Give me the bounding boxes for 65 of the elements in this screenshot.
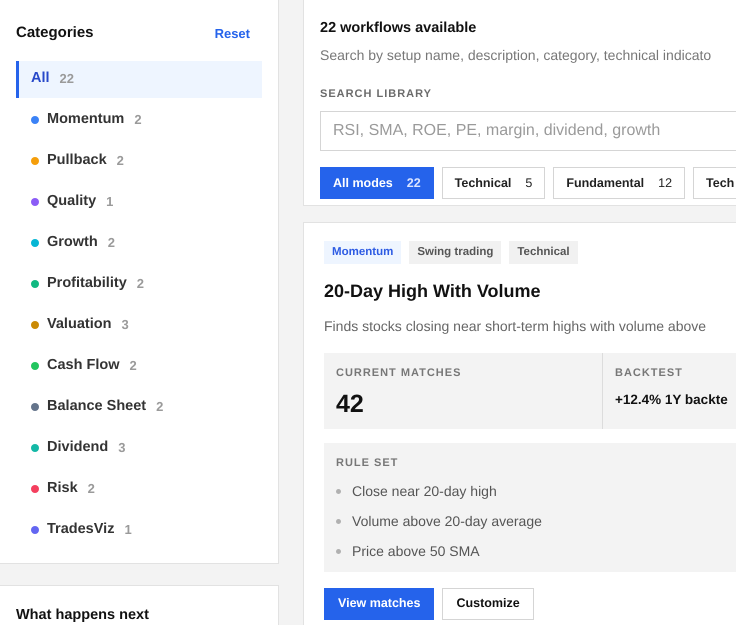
rule-text: Price above 50 SMA bbox=[352, 542, 480, 561]
category-label: Dividend bbox=[47, 438, 108, 458]
category-item[interactable]: Momentum 2 bbox=[16, 102, 262, 138]
tag: Momentum bbox=[324, 241, 402, 264]
category-count: 2 bbox=[156, 398, 164, 416]
category-item[interactable]: Balance Sheet 2 bbox=[16, 388, 262, 426]
search-label: SEARCH LIBRARY bbox=[320, 86, 433, 102]
category-label: Profitability bbox=[47, 274, 127, 294]
stat-label: BACKTEST bbox=[615, 366, 684, 382]
category-item[interactable]: Dividend 3 bbox=[16, 430, 262, 466]
library-subtitle: Search by setup name, description, category, technical indicato bbox=[320, 46, 712, 65]
tag: Swing trading bbox=[409, 241, 502, 264]
mode-button[interactable]: Fundamental 12 bbox=[553, 167, 686, 200]
category-item[interactable]: Growth 2 bbox=[16, 224, 262, 262]
mode-button[interactable]: Tech bbox=[693, 167, 736, 200]
rule-text: Volume above 20-day average bbox=[352, 512, 542, 531]
category-item[interactable]: All 22 bbox=[16, 60, 262, 98]
category-count: 2 bbox=[116, 152, 124, 170]
category-item[interactable]: Quality 1 bbox=[16, 184, 262, 220]
mode-button[interactable]: All modes 22 bbox=[320, 167, 434, 200]
search-field[interactable]: RSI, SMA, ROE, PE, margin, dividend, growth bbox=[320, 111, 736, 152]
category-item[interactable]: Cash Flow 2 bbox=[16, 348, 262, 384]
category-count: 2 bbox=[136, 275, 144, 294]
stat-value: +12.4% 1Y backte bbox=[615, 390, 729, 409]
category-count: 3 bbox=[121, 316, 129, 334]
category-label: Cash Flow bbox=[47, 356, 120, 376]
tag: Technical bbox=[509, 241, 578, 264]
mode-button[interactable]: Technical 5 bbox=[442, 167, 546, 200]
category-label: Momentum bbox=[47, 110, 124, 130]
category-label: Quality bbox=[47, 192, 96, 212]
reset-link[interactable]: Reset bbox=[214, 24, 250, 43]
category-label: Pullback bbox=[47, 151, 107, 170]
workflows-count: 22 workflows available bbox=[320, 19, 478, 38]
category-label: TradesViz bbox=[47, 520, 114, 540]
category-item[interactable]: Risk 2 bbox=[16, 470, 262, 508]
category-count: 2 bbox=[134, 111, 142, 130]
category-count: 1 bbox=[106, 193, 114, 212]
bullet-icon bbox=[336, 548, 341, 554]
rule-set-label: RULE SET bbox=[336, 456, 400, 472]
view-matches-button[interactable]: View matches bbox=[324, 588, 434, 620]
category-count: 1 bbox=[124, 521, 132, 540]
category-count: 22 bbox=[60, 70, 74, 88]
bullet-icon bbox=[336, 488, 341, 494]
category-count: 3 bbox=[118, 439, 126, 458]
category-item[interactable]: Profitability 2 bbox=[16, 266, 262, 302]
categories-title: Categories bbox=[16, 23, 94, 43]
stat-value: 42 bbox=[336, 388, 365, 420]
category-item[interactable]: Pullback 2 bbox=[16, 142, 262, 180]
category-label: Valuation bbox=[47, 315, 112, 334]
category-label: All bbox=[31, 69, 50, 88]
category-count: 2 bbox=[130, 357, 137, 376]
category-item[interactable]: Valuation 3 bbox=[16, 306, 262, 344]
category-label: Risk bbox=[47, 479, 78, 498]
category-label: Growth bbox=[47, 233, 98, 252]
next-panel-title: What happens next bbox=[16, 606, 150, 625]
workflow-description: Finds stocks closing near short-term highs with volume above bbox=[324, 317, 706, 336]
category-item[interactable]: TradesViz 1 bbox=[16, 512, 262, 548]
workflow-title: 20-Day High With Volume bbox=[324, 280, 542, 304]
stat-label: CURRENT MATCHES bbox=[336, 366, 462, 382]
bullet-icon bbox=[336, 518, 341, 524]
rule-text: Close near 20-day high bbox=[352, 482, 497, 501]
customize-button[interactable]: Customize bbox=[442, 588, 534, 620]
category-count: 2 bbox=[108, 234, 115, 252]
category-count: 2 bbox=[88, 480, 95, 498]
category-label: Balance Sheet bbox=[47, 397, 146, 416]
